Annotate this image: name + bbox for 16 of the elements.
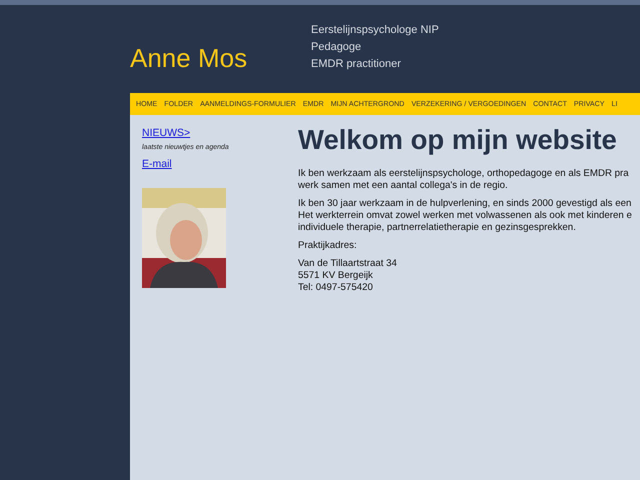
page-title: Welkom op mijn website: [298, 124, 618, 156]
body-text: Ik ben 30 jaar werkzaam in de hulpverlening, en sinds 2000 gevestigd als een: [298, 198, 632, 210]
body-text: Het werkterrein omvat zowel werken met volwassenen als ook met kinderen e: [298, 210, 633, 222]
body-text: Tel: 0497-575420: [298, 282, 374, 294]
body-text: Ik ben werkzaam als eerstelijnspsychologe, orthopedagoge en als EMDR pra: [298, 168, 630, 180]
body-text: Praktijkadres:: [298, 240, 358, 252]
body-text: Van de Tillaartstraat 34: [298, 258, 398, 270]
email-link[interactable]: E-mail: [142, 158, 172, 170]
news-link[interactable]: NIEUWS>: [142, 127, 190, 139]
role-text: Pedagoge: [311, 40, 362, 54]
role-text: Eerstelijnspsychologe NIP: [311, 23, 439, 37]
body-text: individuele therapie, partnerrelatietherapie en gezinsgesprekken.: [298, 222, 577, 234]
body-text: 5571 KV Bergeijk: [298, 270, 374, 282]
body-text: werk samen met een aantal collega's in de regio.: [298, 180, 509, 192]
role-text: EMDR practitioner: [311, 57, 402, 71]
site-name: Anne Mos: [130, 43, 248, 74]
